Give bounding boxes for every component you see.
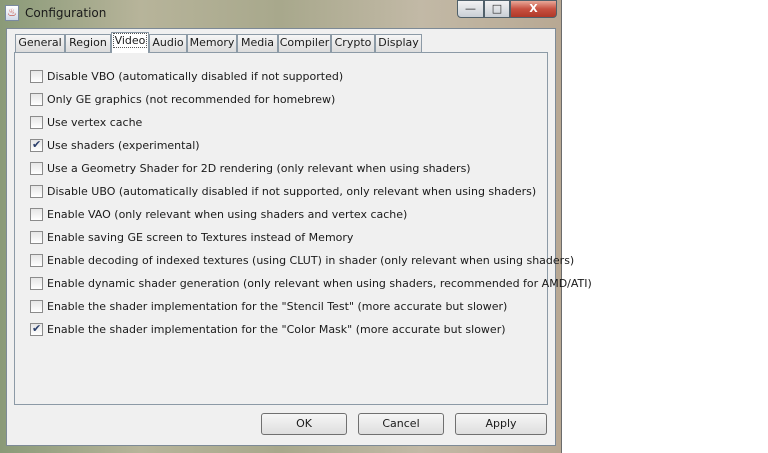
tab-compiler[interactable]: Compiler [278,34,331,52]
dialog-content: General Region Video Audio Memory Media … [6,28,592,446]
checkbox[interactable] [30,277,43,290]
option-label: Enable VAO (only relevant when using sha… [47,208,408,221]
option-label: Use shaders (experimental) [47,139,200,152]
tab-video[interactable]: Video [111,32,149,53]
checkbox[interactable] [30,93,43,106]
option-label: Enable decoding of indexed textures (usi… [47,254,575,267]
cancel-button[interactable]: Cancel [358,413,444,435]
tab-crypto[interactable]: Crypto [331,34,375,52]
checkbox[interactable] [30,322,43,336]
checkbox[interactable] [30,254,43,267]
tab-memory[interactable]: Memory [187,34,237,52]
window-title: Configuration [25,6,107,20]
tab-media[interactable]: Media [237,34,278,52]
configuration-window: ♨ Configuration — □ X General Region Vid… [0,0,592,453]
checkbox[interactable] [30,208,43,221]
apply-button[interactable]: Apply [455,413,547,435]
checkbox[interactable] [30,138,43,152]
checkbox[interactable] [30,300,43,313]
option-label: Disable VBO (automatically disabled if n… [47,70,344,83]
ok-button[interactable]: OK [261,413,347,435]
maximize-button[interactable]: □ [484,0,510,18]
checkbox[interactable] [30,185,43,198]
option-label: Only GE graphics (not recommended for ho… [47,93,336,106]
checkbox[interactable] [30,116,43,129]
tab-general[interactable]: General [15,34,65,52]
checkbox[interactable] [30,231,43,244]
option-label: Use vertex cache [47,116,143,129]
tab-display[interactable]: Display [375,34,422,52]
minimize-button[interactable]: — [457,0,484,18]
checkbox[interactable] [30,70,43,83]
tab-region[interactable]: Region [65,34,111,52]
option-label: Disable UBO (automatically disabled if n… [47,185,537,198]
checkbox[interactable] [30,162,43,175]
option-label: Enable saving GE screen to Textures inst… [47,231,354,244]
tab-audio[interactable]: Audio [149,34,187,52]
close-button[interactable]: X [510,0,557,18]
option-label: Use a Geometry Shader for 2D rendering (… [47,162,471,175]
option-label: Enable the shader implementation for the… [47,300,508,313]
java-app-icon: ♨ [5,5,19,21]
option-label: Enable the shader implementation for the… [47,323,506,336]
video-settings-panel: Disable VBO (automatically disabled if n… [14,52,592,405]
option-label: Enable dynamic shader generation (only r… [47,277,592,290]
title-bar[interactable]: ♨ Configuration — □ X [0,0,562,28]
